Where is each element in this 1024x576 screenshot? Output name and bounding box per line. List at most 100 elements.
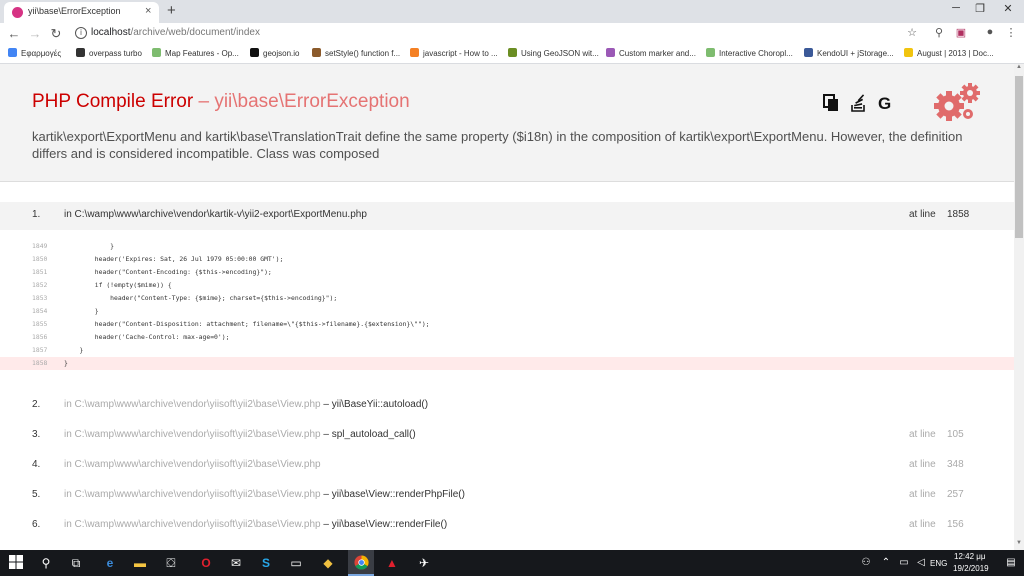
window-restore-button[interactable]: ❐ [968, 2, 992, 15]
address-bar[interactable]: localhost/archive/web/document/index [91, 27, 260, 38]
back-arrow-icon[interactable]: ← [6, 26, 22, 41]
bookmark-item[interactable]: August | 2013 | Doc... [904, 48, 994, 58]
frame-number: 3. [32, 429, 41, 440]
frame-path-text: in C:\wamp\www\archive\vendor\yiisoft\yi… [64, 429, 321, 440]
menu-dots-icon[interactable]: ⋮ [1004, 26, 1018, 39]
bookmark-favicon-icon [250, 48, 259, 57]
extension-icon[interactable]: ⚲ [932, 26, 946, 39]
line-number: 1857 [32, 346, 48, 354]
bookmark-item[interactable]: Map Features - Op... [152, 48, 239, 58]
error-page: PHP Compile Error – yii\base\ErrorExcept… [0, 64, 1014, 550]
new-tab-button[interactable]: + [167, 2, 176, 19]
volume-icon[interactable]: ◁ [913, 555, 929, 571]
google-icon[interactable]: G [878, 94, 891, 114]
frame-line-number: 348 [947, 459, 964, 470]
frame-path-text: in C:\wamp\www\archive\vendor\kartik-v\y… [64, 209, 367, 220]
frame-call: – yii\base\View::renderFile() [320, 519, 448, 530]
terminal-icon[interactable]: ▭ [288, 555, 304, 571]
bookmark-item[interactable]: Using GeoJSON wit... [508, 48, 599, 58]
bookmark-item[interactable]: geojson.io [250, 48, 299, 58]
frame-call: – yii\base\View::renderPhpFile() [320, 489, 465, 500]
language-indicator[interactable]: ENG [930, 559, 947, 568]
app-icon[interactable]: ◆ [320, 555, 336, 571]
star-icon[interactable]: ☆ [905, 26, 919, 39]
error-header [0, 64, 1014, 182]
bookmark-item[interactable]: overpass turbo [76, 48, 142, 58]
url-host: localhost [91, 27, 131, 38]
bookmark-item[interactable]: Εφαρμογές [8, 48, 61, 58]
stackoverflow-icon[interactable] [850, 94, 866, 117]
frame-line-number: 156 [947, 519, 964, 530]
mail-icon[interactable]: ✉ [228, 555, 244, 571]
bookmark-item[interactable]: setStyle() function f... [312, 48, 400, 58]
chrome-icon[interactable] [353, 555, 369, 571]
bookmark-favicon-icon [804, 48, 813, 57]
store-icon[interactable]: ⛋ [163, 555, 179, 571]
pdf-icon[interactable]: ▲ [384, 555, 400, 571]
clock-time[interactable]: 12:42 μμ [954, 552, 985, 561]
favicon-icon [12, 7, 23, 18]
frame-at-line-label: at line [909, 459, 936, 470]
frame-path-text: in C:\wamp\www\archive\vendor\yiisoft\yi… [64, 459, 321, 470]
scroll-up-icon[interactable]: ▲ [1014, 64, 1024, 74]
bookmark-label: Εφαρμογές [21, 49, 62, 58]
code-text: header('Cache-Control: max-age=0'); [64, 333, 230, 341]
scroll-down-icon[interactable]: ▼ [1014, 540, 1024, 550]
code-text: header('Expires: Sat, 26 Jul 1979 05:00:… [64, 255, 284, 263]
bookmark-item[interactable]: Interactive Choropl... [706, 48, 793, 58]
search-icon[interactable]: ⚲ [38, 555, 54, 571]
forward-arrow-icon[interactable]: → [27, 26, 43, 41]
url-path: /archive/web/document/index [130, 27, 260, 38]
skype-icon[interactable]: S [258, 555, 274, 571]
frame-file-path: in C:\wamp\www\archive\vendor\yiisoft\yi… [64, 399, 428, 410]
frame-at-line-label: at line [909, 519, 936, 530]
bookmark-item[interactable]: Custom marker and... [606, 48, 696, 58]
bookmark-item[interactable]: javascript - How to ... [410, 48, 498, 58]
code-text: header("Content-Encoding: {$this->encodi… [64, 268, 272, 276]
frame-call: – yii\BaseYii::autoload() [320, 399, 429, 410]
account-icon[interactable]: ● [983, 26, 997, 38]
code-text: header("Content-Disposition: attachment;… [64, 320, 430, 328]
clock-date[interactable]: 19/2/2019 [953, 564, 989, 573]
line-number: 1850 [32, 255, 48, 263]
code-text: } [64, 307, 99, 315]
code-text: } [64, 346, 84, 354]
frame-number: 6. [32, 519, 41, 530]
code-text: header("Content-Type: {$mime}; charset={… [64, 294, 338, 302]
frame-file-path: in C:\wamp\www\archive\vendor\yiisoft\yi… [64, 489, 465, 500]
line-number: 1849 [32, 242, 48, 250]
app-icon[interactable]: ✈ [416, 555, 432, 571]
bookmark-item[interactable]: KendoUI + jStorage... [804, 48, 894, 58]
error-class: yii\base\ErrorException [214, 91, 410, 112]
line-number: 1852 [32, 281, 48, 289]
code-line: 1853 header("Content-Type: {$mime}; char… [0, 292, 1014, 305]
frame-line-number: 257 [947, 489, 964, 500]
frame-number: 2. [32, 399, 41, 410]
window-close-button[interactable]: ✕ [996, 2, 1020, 15]
chevron-up-icon[interactable]: ⌃ [878, 555, 894, 571]
error-type: PHP Compile Error [32, 91, 194, 112]
line-number: 1855 [32, 320, 48, 328]
title-separator: – [193, 91, 215, 112]
scrollbar-thumb[interactable] [1015, 76, 1023, 238]
reload-icon[interactable]: ↻ [48, 26, 64, 42]
window-minimize-button[interactable]: ─ [944, 2, 968, 14]
bookmark-label: Map Features - Op... [165, 49, 239, 58]
people-icon[interactable]: ⚇ [858, 555, 874, 571]
file-explorer-icon[interactable]: ▬ [132, 555, 148, 571]
frame-file-path: in C:\wamp\www\archive\vendor\kartik-v\y… [64, 209, 367, 220]
edge-icon[interactable]: e [102, 555, 118, 571]
tab-title: yii\base\ErrorException [28, 6, 121, 16]
bookmark-label: setStyle() function f... [325, 49, 401, 58]
copy-icon[interactable] [823, 94, 839, 117]
info-icon[interactable]: i [75, 27, 87, 39]
notification-icon[interactable]: ▤ [1003, 555, 1019, 571]
task-view-icon[interactable]: ⧉ [68, 555, 84, 571]
browser-tab[interactable]: yii\base\ErrorException × [4, 2, 159, 23]
network-icon[interactable]: ▭ [896, 555, 912, 571]
extension-icon[interactable]: ▣ [954, 26, 968, 39]
tab-close-icon[interactable]: × [145, 5, 151, 17]
windows-start-icon[interactable] [8, 555, 24, 571]
code-line: 1852 if (!empty($mime)) { [0, 279, 1014, 292]
opera-icon[interactable]: O [198, 555, 214, 571]
